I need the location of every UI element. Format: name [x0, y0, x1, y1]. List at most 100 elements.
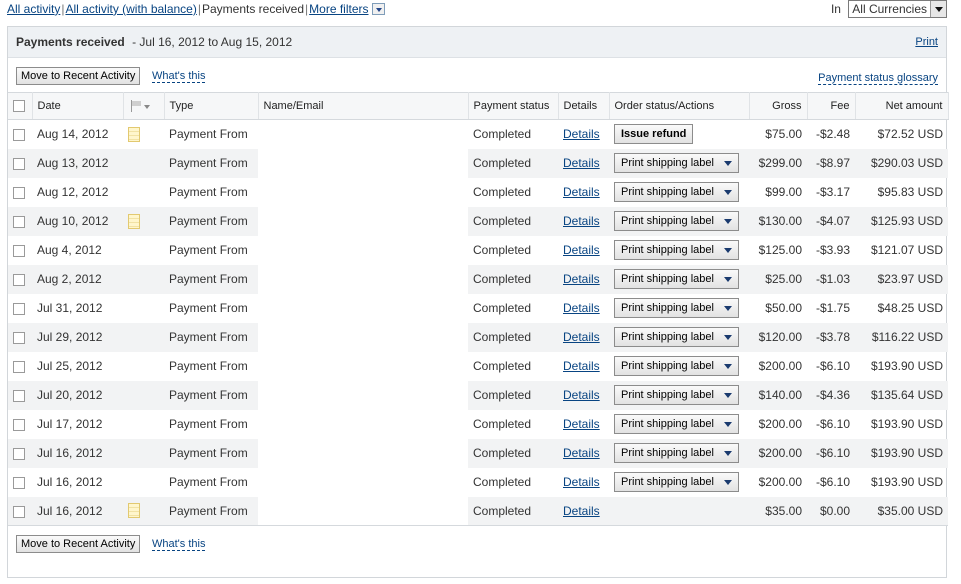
print-shipping-label-button[interactable]: Print shipping label [614, 385, 739, 405]
details-link[interactable]: Details [563, 388, 600, 402]
move-to-recent-activity-button-bottom[interactable]: Move to Recent Activity [16, 535, 141, 553]
row-details-cell: Details [558, 264, 609, 294]
row-checkbox[interactable] [13, 186, 25, 199]
print-shipping-label-button[interactable]: Print shipping label [614, 443, 739, 463]
row-payment-status: Completed [473, 417, 532, 431]
chevron-down-icon[interactable] [723, 276, 732, 282]
note-icon[interactable] [128, 213, 140, 229]
details-link[interactable]: Details [563, 127, 600, 141]
print-shipping-label-button[interactable]: Print shipping label [614, 414, 739, 434]
print-shipping-label-button[interactable]: Print shipping label [614, 298, 739, 318]
details-link[interactable]: Details [563, 359, 600, 373]
row-gross: $99.00 [765, 185, 802, 199]
chevron-down-icon[interactable] [723, 479, 732, 485]
col-date[interactable]: Date [32, 92, 124, 120]
row-gross: $200.00 [758, 359, 802, 373]
row-gross: $25.00 [749, 264, 807, 294]
details-link[interactable]: Details [563, 243, 600, 257]
row-name-email [258, 148, 468, 178]
row-checkbox[interactable] [13, 476, 25, 489]
note-icon[interactable] [128, 126, 140, 142]
row-gross: $125.00 [758, 243, 802, 257]
chevron-down-icon[interactable] [723, 189, 732, 195]
chevron-down-icon[interactable] [723, 305, 732, 311]
row-name-email [258, 467, 468, 497]
chevron-down-icon[interactable] [723, 363, 732, 369]
row-checkbox[interactable] [13, 389, 25, 402]
print-shipping-label-text: Print shipping label [621, 273, 714, 285]
row-note-cell [123, 206, 164, 236]
print-shipping-label-button[interactable]: Print shipping label [614, 211, 739, 231]
row-action-cell: Print shipping label [609, 264, 749, 294]
row-details-cell: Details [558, 322, 609, 352]
chevron-down-icon[interactable] [723, 421, 732, 427]
whats-this-link-bottom[interactable]: What's this [152, 538, 206, 551]
chevron-down-icon[interactable] [723, 392, 732, 398]
row-payment-status: Completed [468, 322, 558, 352]
filter-all-activity-balance-link[interactable]: All activity (with balance) [65, 2, 196, 16]
date-range: - Jul 16, 2012 to Aug 15, 2012 [132, 35, 293, 49]
details-link[interactable]: Details [563, 417, 600, 431]
note-icon[interactable] [128, 503, 140, 519]
row-details-cell: Details [558, 410, 609, 439]
row-checkbox[interactable] [13, 129, 25, 142]
row-net: $48.25 USD [877, 301, 943, 315]
row-checkbox[interactable] [13, 244, 25, 257]
row-name-email [258, 264, 468, 294]
issue-refund-button[interactable]: Issue refund [614, 124, 694, 145]
payment-status-glossary-link[interactable]: Payment status glossary [818, 72, 938, 85]
details-link[interactable]: Details [563, 272, 600, 286]
print-shipping-label-button[interactable]: Print shipping label [614, 153, 739, 173]
row-checkbox[interactable] [13, 215, 25, 228]
row-note-cell [123, 120, 164, 149]
print-shipping-label-button[interactable]: Print shipping label [614, 240, 739, 260]
details-link[interactable]: Details [563, 301, 600, 315]
details-link[interactable]: Details [563, 330, 600, 344]
chevron-down-icon[interactable] [723, 218, 732, 224]
print-link[interactable]: Print [915, 27, 938, 58]
chevron-down-icon[interactable] [723, 160, 732, 166]
details-link[interactable]: Details [563, 446, 600, 460]
print-shipping-label-button[interactable]: Print shipping label [614, 327, 739, 347]
row-type: Payment From [164, 148, 258, 178]
row-gross: $299.00 [749, 148, 807, 178]
more-filters-dropdown-icon[interactable] [371, 2, 385, 15]
chevron-down-icon[interactable] [723, 247, 732, 253]
details-link[interactable]: Details [563, 185, 600, 199]
row-checkbox[interactable] [13, 302, 25, 315]
row-checkbox[interactable] [13, 360, 25, 373]
row-action-cell: Print shipping label [609, 206, 749, 236]
row-checkbox[interactable] [13, 331, 25, 344]
details-link[interactable]: Details [563, 475, 600, 489]
details-link[interactable]: Details [563, 156, 600, 170]
row-action-cell: Print shipping label [609, 410, 749, 439]
more-filters-link[interactable]: More filters [309, 2, 368, 16]
row-checkbox[interactable] [13, 273, 25, 286]
print-shipping-label-button[interactable]: Print shipping label [614, 182, 739, 202]
flag-icon[interactable] [129, 100, 151, 113]
row-details-cell: Details [558, 380, 609, 410]
row-fee: -$6.10 [807, 438, 855, 468]
print-shipping-label-button[interactable]: Print shipping label [614, 269, 739, 289]
details-link[interactable]: Details [563, 504, 600, 518]
filter-all-activity-link[interactable]: All activity [7, 2, 60, 16]
row-checkbox[interactable] [13, 418, 25, 431]
select-all-checkbox[interactable] [13, 100, 25, 113]
chevron-down-icon[interactable] [723, 334, 732, 340]
whats-this-link[interactable]: What's this [152, 70, 206, 83]
row-payment-status: Completed [468, 206, 558, 236]
row-checkbox[interactable] [13, 505, 25, 518]
row-checkbox[interactable] [13, 447, 25, 460]
details-link[interactable]: Details [563, 214, 600, 228]
row-select-cell [8, 120, 32, 149]
currency-select[interactable]: All Currencies [848, 0, 947, 18]
print-shipping-label-button[interactable]: Print shipping label [614, 356, 739, 376]
row-note-cell [123, 438, 164, 468]
row-payment-status: Completed [473, 359, 532, 373]
move-to-recent-activity-button[interactable]: Move to Recent Activity [16, 67, 141, 85]
row-checkbox[interactable] [13, 157, 25, 170]
print-shipping-label-button[interactable]: Print shipping label [614, 472, 739, 492]
col-flag[interactable] [123, 92, 165, 120]
chevron-down-icon[interactable] [723, 450, 732, 456]
chevron-down-icon[interactable] [930, 1, 946, 17]
